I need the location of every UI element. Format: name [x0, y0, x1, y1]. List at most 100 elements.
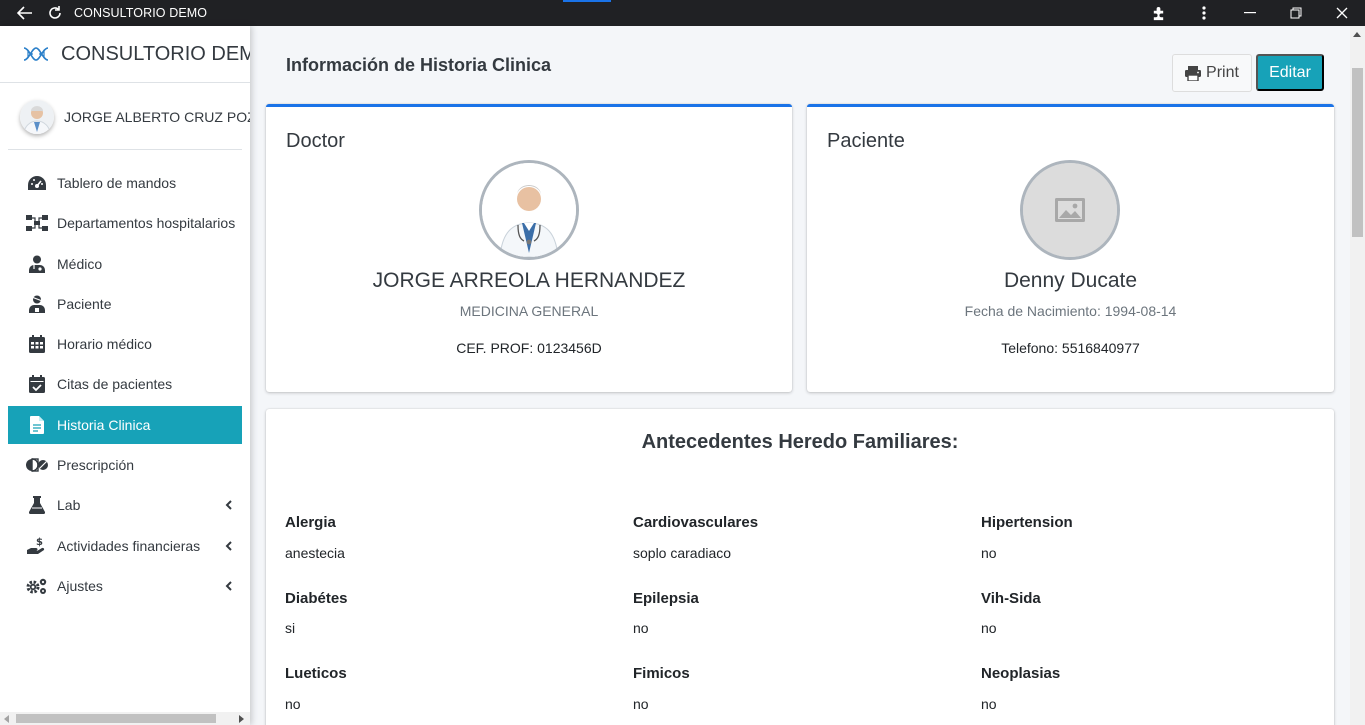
brand-link[interactable]: CONSULTORIO DEMO: [0, 26, 250, 83]
patient-photo: [1020, 160, 1120, 260]
field-label-lueticos: Lueticos: [285, 665, 347, 682]
field-label-vih-sida: Vih-Sida: [981, 590, 1041, 607]
sidebar-item-medico[interactable]: Médico: [8, 245, 242, 283]
sidebar-item-label: Paciente: [57, 295, 112, 312]
patient-birthdate: Fecha de Nacimiento: 1994-08-14: [964, 303, 1177, 319]
calendar-check-icon: [26, 373, 48, 395]
field-value-fimicos: no: [633, 696, 649, 712]
patient-card: Paciente Denny Ducate Fecha de Nacimient…: [807, 104, 1334, 392]
user-panel[interactable]: JORGE ALBERTO CRUZ POZOS: [8, 84, 250, 150]
field-label-hipertension: Hipertension: [981, 514, 1073, 531]
back-arrow-icon[interactable]: [14, 2, 36, 24]
close-icon[interactable]: [1319, 0, 1365, 26]
sidebar-item-label: Prescripción: [57, 457, 135, 474]
sidebar-item-label: Lab: [57, 497, 81, 514]
field-value-epilepsia: no: [633, 620, 649, 636]
main-content: Información de Historia Clinica Print Ed…: [250, 26, 1350, 725]
chevron-left-icon: [224, 498, 234, 512]
scrollbar-thumb[interactable]: [1352, 68, 1363, 237]
field-label-alergia: Alergia: [285, 514, 336, 531]
field-label-diabetes: Diabétes: [285, 590, 348, 607]
sidebar-item-label: Tablero de mandos: [57, 175, 177, 191]
sidebar: CONSULTORIO DEMO JORGE ALBERTO CRUZ POZO…: [0, 26, 250, 725]
window-title: CONSULTORIO DEMO: [74, 6, 208, 20]
print-icon: [1185, 65, 1202, 81]
field-value-lueticos: no: [285, 696, 301, 712]
scroll-left-arrow-icon[interactable]: [4, 715, 9, 723]
dna-logo-icon: [22, 44, 50, 64]
sidebar-item-label: Citas de pacientes: [57, 376, 173, 393]
scrollbar-thumb[interactable]: [16, 714, 216, 723]
cogs-icon: [26, 575, 48, 597]
sidebar-item-ajustes[interactable]: Ajustes: [8, 567, 242, 605]
extensions-icon[interactable]: [1135, 0, 1181, 26]
more-vert-icon[interactable]: [1181, 0, 1227, 26]
user-injured-icon: [26, 293, 48, 315]
field-label-neoplasias: Neoplasias: [981, 665, 1061, 682]
antecedentes-card: Antecedentes Heredo Familiares: Alergia …: [266, 409, 1334, 725]
sidebar-item-departamentos[interactable]: Departamentos hospitalarios: [8, 204, 242, 242]
print-button-label: Print: [1206, 64, 1239, 81]
field-value-alergia: anestecia: [285, 545, 345, 561]
doctor-name: JORGE ARREOLA HERNANDEZ: [372, 269, 686, 292]
field-value-neoplasias: no: [981, 696, 997, 712]
sidebar-item-citas[interactable]: Citas de pacientes: [8, 365, 242, 403]
print-button[interactable]: Print: [1172, 54, 1252, 92]
doctor-specialty: MEDICINA GENERAL: [459, 303, 599, 319]
field-value-cardiovasculares: soplo caradiaco: [633, 545, 732, 561]
window-controls: [1135, 0, 1365, 26]
window-titlebar: CONSULTORIO DEMO: [0, 0, 1365, 26]
sidebar-item-tablero[interactable]: Tablero de mandos: [8, 164, 242, 202]
calendar-icon: [26, 333, 48, 355]
user-avatar: [20, 99, 54, 134]
chevron-left-icon: [224, 539, 234, 553]
sitemap-icon: [26, 212, 48, 234]
field-value-diabetes: si: [285, 620, 296, 636]
edit-button[interactable]: Editar: [1256, 54, 1324, 91]
sidebar-item-label: Historia Clinica: [57, 416, 151, 433]
scroll-right-arrow-icon[interactable]: [239, 715, 244, 723]
chevron-left-icon: [224, 579, 234, 593]
sidebar-item-prescripcion[interactable]: Prescripción: [8, 446, 242, 484]
svg-text:$: $: [36, 537, 43, 548]
flask-icon: [26, 494, 48, 516]
page-title: Información de Historia Clinica: [286, 55, 552, 75]
scroll-up-arrow-icon[interactable]: [1353, 32, 1361, 37]
sidebar-item-label: Actividades financieras: [57, 537, 201, 554]
sidebar-item-lab[interactable]: Lab: [8, 486, 242, 524]
brand-text: CONSULTORIO DEMO: [61, 42, 250, 65]
doctor-photo: [479, 160, 579, 260]
sidebar-item-label: Ajustes: [57, 577, 103, 594]
reload-icon[interactable]: [44, 2, 66, 24]
sidebar-item-label: Horario médico: [57, 336, 152, 353]
doctor-license: CEF. PROF: 0123456D: [456, 340, 602, 356]
field-label-fimicos: Fimicos: [633, 665, 690, 682]
field-value-vih-sida: no: [981, 620, 997, 636]
restore-icon[interactable]: [1273, 0, 1319, 26]
patient-phone: Telefono: 5516840977: [1001, 340, 1140, 356]
antecedentes-title: Antecedentes Heredo Familiares:: [641, 431, 959, 453]
patient-card-title: Paciente: [827, 130, 905, 152]
hand-dollar-icon: $: [26, 535, 48, 557]
pills-icon: [26, 454, 48, 476]
sidebar-item-label: Departamentos hospitalarios: [57, 215, 236, 232]
field-value-hipertension: no: [981, 545, 997, 561]
sidebar-horizontal-scrollbar[interactable]: [0, 712, 250, 725]
sidebar-item-historia-clinica[interactable]: Historia Clinica: [8, 405, 242, 444]
user-doctor-icon: [26, 253, 48, 275]
doctor-card: Doctor JORGE ARREOLA HERNANDEZ MEDICINA …: [266, 104, 792, 392]
doctor-card-title: Doctor: [286, 130, 345, 152]
field-label-epilepsia: Epilepsia: [633, 590, 699, 607]
sidebar-item-label: Médico: [57, 255, 103, 272]
sidebar-item-paciente[interactable]: Paciente: [8, 285, 242, 323]
user-name: JORGE ALBERTO CRUZ POZOS: [64, 108, 250, 125]
minimize-icon[interactable]: [1227, 0, 1273, 26]
sidebar-item-actividades-financieras[interactable]: $ Actividades financieras: [8, 527, 242, 565]
page-vertical-scrollbar[interactable]: [1350, 26, 1365, 725]
patient-name: Denny Ducate: [1003, 269, 1138, 292]
titlebar-accent: [563, 0, 611, 2]
gauge-icon: [26, 172, 48, 194]
sidebar-item-horario[interactable]: Horario médico: [8, 325, 242, 363]
field-label-cardiovasculares: Cardiovasculares: [633, 514, 759, 531]
sidebar-nav: Tablero de mandos Departamentos hospital…: [8, 164, 242, 607]
